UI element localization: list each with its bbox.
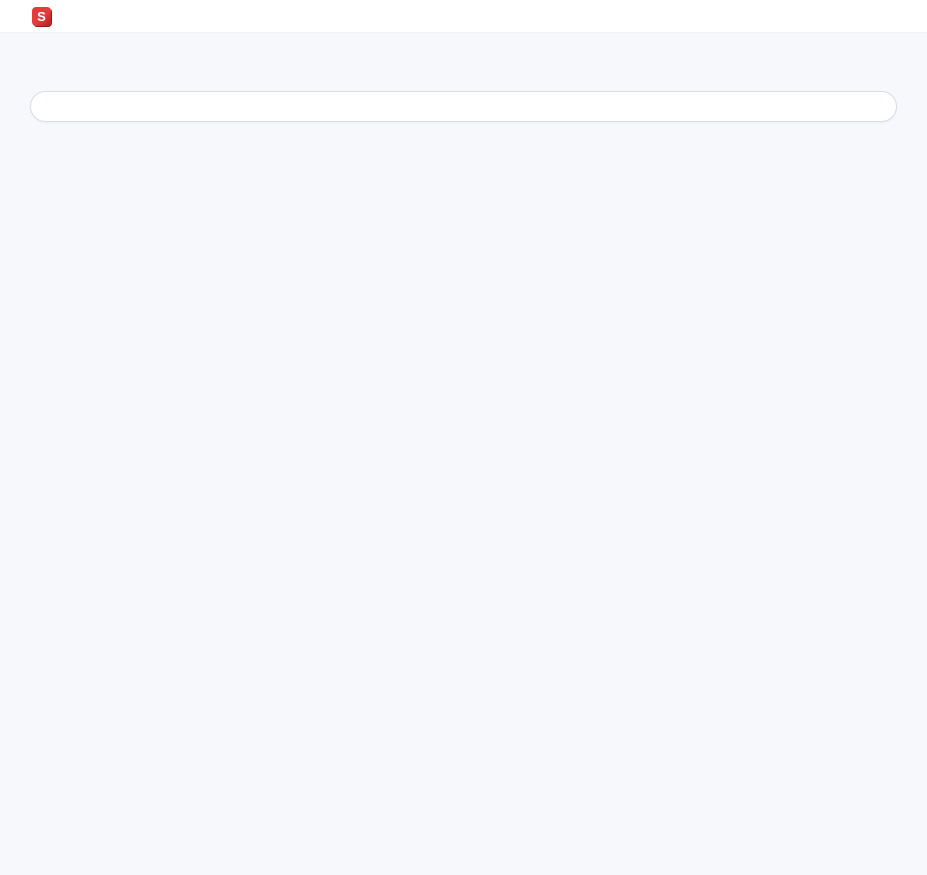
navbar: S xyxy=(0,0,927,33)
brand-home-link[interactable]: S xyxy=(32,7,59,26)
main-content xyxy=(0,91,927,144)
search-input[interactable] xyxy=(70,100,882,114)
search-icon xyxy=(45,99,60,114)
stirling-logo-icon: S xyxy=(32,7,51,26)
feature-search-bar[interactable] xyxy=(30,91,897,122)
